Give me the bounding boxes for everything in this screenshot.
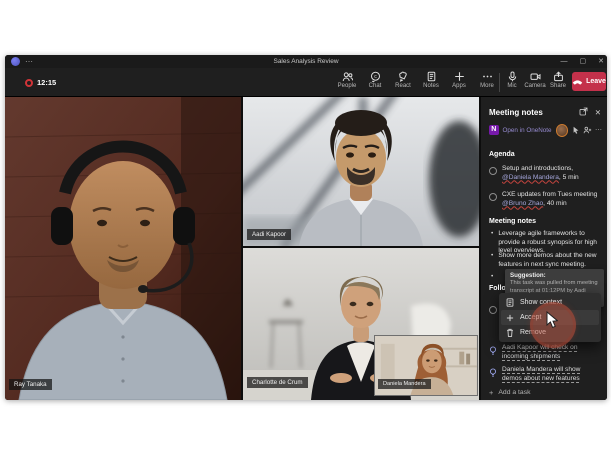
participant-name-label: Aadi Kapoor xyxy=(247,229,291,240)
add-task-button[interactable]: + Add a task xyxy=(489,388,531,397)
trash-icon xyxy=(506,324,514,342)
suggested-task[interactable]: Daniela Mandera will show demos about ne… xyxy=(489,365,602,383)
page: ⋯ Sales Analysis Review — ▢ ✕ 12:15 Peop… xyxy=(0,0,611,458)
video-tile-charlotte-de-crum[interactable]: Charlotte de Crum xyxy=(243,248,479,400)
apps-label: Apps xyxy=(452,83,466,89)
participant-name-label: Charlotte de Crum xyxy=(247,377,308,388)
more-label: More xyxy=(480,83,494,89)
leave-label: Leave xyxy=(586,78,606,85)
teams-window: ⋯ Sales Analysis Review — ▢ ✕ 12:15 Peop… xyxy=(5,55,607,400)
menu-item-remove[interactable]: Remove xyxy=(501,325,599,340)
suggested-task[interactable]: Aadi Kapoor will check on incoming shipm… xyxy=(489,343,602,361)
pointer-icon[interactable] xyxy=(572,121,580,139)
notes-label: Notes xyxy=(423,83,439,89)
suggestion-context-menu: Show context Accept Remove xyxy=(499,293,601,342)
avatar[interactable] xyxy=(556,124,568,137)
participant-name-label: Ray Tanaka xyxy=(9,379,52,390)
agenda-checkbox[interactable] xyxy=(489,167,497,175)
meeting-timer: 12:15 xyxy=(25,68,56,97)
menu-item-show-context[interactable]: Show context xyxy=(501,295,599,310)
suggestion-title: Suggestion: xyxy=(510,272,599,279)
lightbulb-icon xyxy=(489,343,497,361)
share-label: Share xyxy=(550,83,566,89)
menu-item-label: Accept xyxy=(520,314,541,321)
chat-label: Chat xyxy=(369,83,382,89)
react-icon xyxy=(398,71,409,82)
titlebar: ⋯ Sales Analysis Review — ▢ ✕ xyxy=(5,55,607,68)
camera-button[interactable]: Camera xyxy=(525,70,545,90)
people-button[interactable]: People xyxy=(335,70,359,90)
add-task-label: Add a task xyxy=(498,389,530,396)
notes-heading: Meeting notes xyxy=(489,218,536,225)
apps-button[interactable]: Apps xyxy=(447,70,471,90)
agenda-checkbox[interactable] xyxy=(489,193,497,201)
menu-item-label: Remove xyxy=(520,329,546,336)
plus-icon: + xyxy=(489,388,493,397)
aadi-video-art xyxy=(243,97,479,246)
menu-item-label: Show context xyxy=(520,299,562,306)
close-button[interactable]: ✕ xyxy=(598,55,604,68)
meeting-stage: Ray Tanaka xyxy=(5,97,607,400)
bullet-icon: • xyxy=(491,252,493,269)
meeting-toolbar: 12:15 People c Chat React Notes xyxy=(5,68,607,97)
record-icon xyxy=(25,79,33,87)
timer-value: 12:15 xyxy=(37,78,56,87)
notes-icon xyxy=(426,71,437,82)
note-bullet[interactable]: • Show more demos about the new features… xyxy=(491,252,602,269)
panel-title: Meeting notes xyxy=(489,108,579,117)
maximize-button[interactable]: ▢ xyxy=(580,55,587,68)
agenda-item-text[interactable]: CXE updates from Tues meeting xyxy=(502,191,597,198)
chat-button[interactable]: c Chat xyxy=(363,70,387,90)
ray-video-art xyxy=(5,97,241,400)
people-add-icon[interactable] xyxy=(583,121,592,139)
participant-name-label: Daniela Mandera xyxy=(378,379,431,389)
share-icon xyxy=(553,71,564,82)
notes-button[interactable]: Notes xyxy=(419,70,443,90)
onenote-icon[interactable]: N xyxy=(489,125,499,135)
agenda-item[interactable]: Setup and introductions, @Daniela Mander… xyxy=(489,165,602,182)
ellipsis-icon xyxy=(482,71,493,82)
menu-item-accept[interactable]: Accept xyxy=(501,310,599,325)
mention-bruno[interactable]: @Bruno Zhao xyxy=(502,200,543,207)
meeting-notes-panel: Meeting notes ✕ N Open in OneNote ⋯ xyxy=(481,97,607,400)
suggested-task-text[interactable]: Daniela Mandera will show demos about ne… xyxy=(502,365,602,383)
agenda-heading: Agenda xyxy=(489,151,515,158)
lightbulb-icon xyxy=(489,365,497,383)
mic-label: Mic xyxy=(507,83,516,89)
react-label: React xyxy=(395,83,411,89)
leave-button[interactable]: Leave xyxy=(572,72,606,91)
open-in-onenote-link[interactable]: Open in OneNote xyxy=(503,127,552,134)
minimize-button[interactable]: — xyxy=(561,55,568,68)
bullet-icon: • xyxy=(491,273,493,282)
video-tile-aadi-kapoor[interactable]: Aadi Kapoor xyxy=(243,97,479,246)
popout-icon[interactable] xyxy=(579,103,588,121)
toolbar-divider xyxy=(499,73,500,92)
mention-daniela[interactable]: @Daniela Mandera xyxy=(502,174,559,181)
people-label: People xyxy=(338,83,357,89)
close-panel-icon[interactable]: ✕ xyxy=(595,108,601,117)
agenda-item-text[interactable]: Setup and introductions, xyxy=(502,165,573,172)
video-tile-ray-tanaka[interactable]: Ray Tanaka xyxy=(5,97,241,400)
agenda-item[interactable]: CXE updates from Tues meeting @Bruno Zha… xyxy=(489,191,602,208)
task-checkbox[interactable] xyxy=(489,306,497,314)
hangup-icon xyxy=(572,74,583,89)
video-tile-daniela-mandera[interactable]: Daniela Mandera xyxy=(374,335,478,396)
more-button[interactable]: More xyxy=(475,70,499,90)
mic-icon xyxy=(507,71,518,82)
camera-label: Camera xyxy=(524,83,545,89)
camera-icon xyxy=(530,71,541,82)
window-title: Sales Analysis Review xyxy=(5,55,607,68)
react-button[interactable]: React xyxy=(391,70,415,90)
note-text[interactable]: Show more demos about the new features i… xyxy=(498,252,602,269)
people-icon xyxy=(342,71,353,82)
svg-text:c: c xyxy=(374,74,377,80)
agenda-item-suffix[interactable]: , 40 min xyxy=(543,200,566,207)
chat-icon: c xyxy=(370,71,381,82)
suggested-task-text[interactable]: Aadi Kapoor will check on incoming shipm… xyxy=(502,343,602,361)
share-button[interactable]: Share xyxy=(548,70,568,90)
plus-icon xyxy=(454,71,465,82)
mic-button[interactable]: Mic xyxy=(502,70,522,90)
agenda-item-suffix[interactable]: , 5 min xyxy=(559,174,579,181)
panel-more-icon[interactable]: ⋯ xyxy=(595,126,602,134)
